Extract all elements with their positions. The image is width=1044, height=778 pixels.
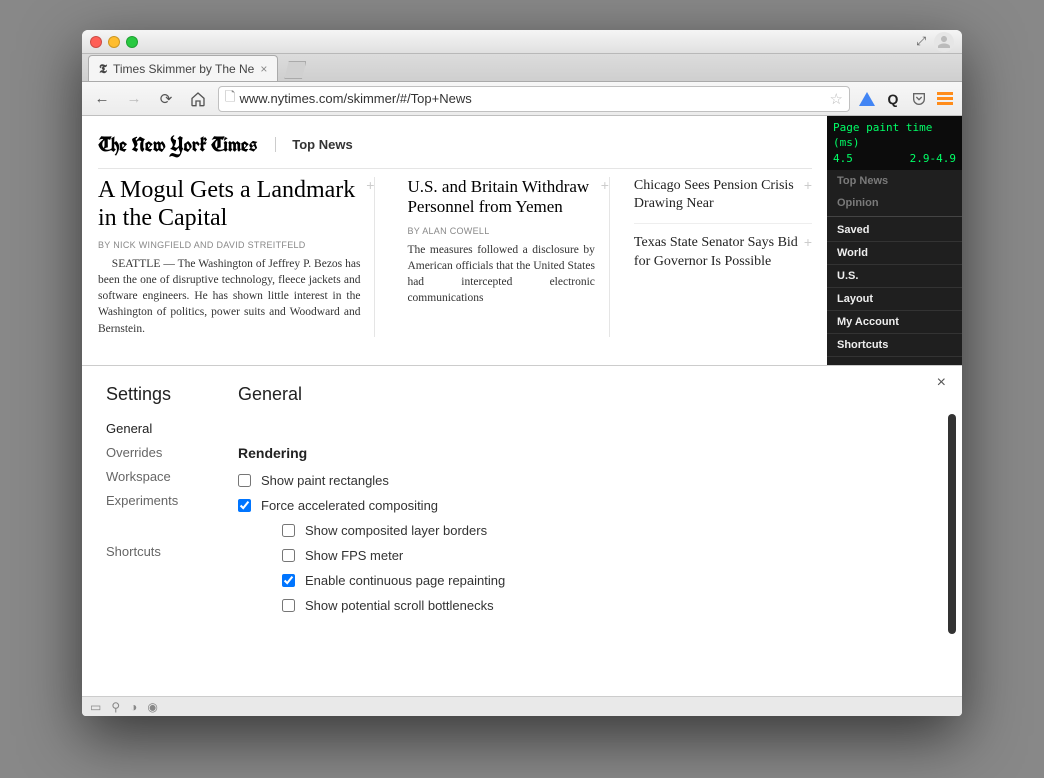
- minimize-window-button[interactable]: [108, 36, 120, 48]
- zoom-window-button[interactable]: [126, 36, 138, 48]
- paint-label: Page paint time (ms): [833, 120, 956, 151]
- profile-avatar[interactable]: [934, 32, 954, 52]
- devtools-dock-strip: ▭ ⚲ ◑ ◉: [82, 696, 962, 716]
- secondary-body: The measures followed a disclosure by Am…: [407, 242, 594, 306]
- new-tab-button[interactable]: [284, 61, 306, 79]
- scrollbar-thumb[interactable]: [948, 414, 956, 634]
- option-label: Show composited layer borders: [305, 523, 487, 538]
- settings-sidebar: Settings General Overrides Workspace Exp…: [82, 366, 222, 696]
- option-checkbox[interactable]: [238, 499, 251, 512]
- rendering-option[interactable]: Show paint rectangles: [238, 473, 932, 488]
- masthead: The New York Times Top News: [98, 126, 812, 158]
- window-controls: [90, 36, 138, 48]
- mini-headline: Chicago Sees Pension Crisis Drawing Near: [634, 177, 812, 213]
- lead-headline: A Mogul Gets a Landmark in the Capital: [98, 177, 360, 232]
- mini-headline: Texas State Senator Says Bid for Governo…: [634, 234, 812, 270]
- tab-title: Times Skimmer by The Ne: [113, 62, 254, 76]
- browser-window: ⤢ 𝕿 Times Skimmer by The Ne × ← → ⟳ 🗋 ☆ …: [82, 30, 962, 716]
- back-button[interactable]: ←: [90, 87, 114, 111]
- site-info-icon[interactable]: 🗋: [225, 88, 235, 110]
- side-ghost-item[interactable]: Top News: [827, 170, 962, 192]
- add-story-icon[interactable]: +: [601, 177, 609, 193]
- page-viewport: The New York Times Top News + A Mogul Ge…: [82, 116, 962, 366]
- side-item[interactable]: My Account: [827, 311, 962, 334]
- tertiary-column: + Chicago Sees Pension Crisis Drawing Ne…: [628, 177, 812, 337]
- side-item[interactable]: Layout: [827, 288, 962, 311]
- tab-favicon: 𝕿: [99, 61, 107, 77]
- settings-nav-general[interactable]: General: [106, 421, 222, 436]
- rendering-option[interactable]: Enable continuous page repainting: [238, 573, 932, 588]
- secondary-story[interactable]: + U.S. and Britain Withdraw Personnel fr…: [393, 177, 609, 337]
- rendering-option[interactable]: Show FPS meter: [238, 548, 932, 563]
- devtools-settings-panel: × Settings General Overrides Workspace E…: [82, 366, 962, 696]
- side-item[interactable]: Saved: [827, 219, 962, 242]
- dock-icon[interactable]: ⚲: [111, 700, 120, 714]
- dock-icon[interactable]: ◑: [130, 700, 137, 714]
- forward-button[interactable]: →: [122, 87, 146, 111]
- settings-title: Settings: [106, 384, 222, 405]
- reload-button[interactable]: ⟳: [154, 87, 178, 111]
- browser-tab[interactable]: 𝕿 Times Skimmer by The Ne ×: [88, 55, 278, 81]
- option-checkbox[interactable]: [282, 599, 295, 612]
- secondary-headline: U.S. and Britain Withdraw Personnel from…: [407, 177, 594, 218]
- side-item[interactable]: World: [827, 242, 962, 265]
- tab-strip: 𝕿 Times Skimmer by The Ne ×: [82, 54, 962, 82]
- fullscreen-icon[interactable]: ⤢: [916, 34, 926, 49]
- add-story-icon[interactable]: +: [804, 177, 812, 193]
- bookmark-star-icon[interactable]: ☆: [830, 90, 843, 108]
- paint-time-overlay: Page paint time (ms) 4.5 2.9-4.9: [827, 116, 962, 170]
- add-story-icon[interactable]: +: [804, 234, 812, 250]
- settings-heading: General: [238, 384, 932, 405]
- close-tab-icon[interactable]: ×: [260, 62, 267, 76]
- side-item[interactable]: U.S.: [827, 265, 962, 288]
- option-checkbox[interactable]: [282, 574, 295, 587]
- paint-current: 4.5: [833, 151, 853, 166]
- settings-nav-overrides[interactable]: Overrides: [106, 445, 222, 460]
- lead-body: SEATTLE — The Washington of Jeffrey P. B…: [98, 256, 360, 336]
- side-item[interactable]: Shortcuts: [827, 334, 962, 357]
- browser-toolbar: ← → ⟳ 🗋 ☆ Q: [82, 82, 962, 116]
- titlebar: ⤢: [82, 30, 962, 54]
- option-checkbox[interactable]: [238, 474, 251, 487]
- rendering-option[interactable]: Show potential scroll bottlenecks: [238, 598, 932, 613]
- chrome-menu-icon[interactable]: [936, 90, 954, 108]
- rendering-option[interactable]: Force accelerated compositing: [238, 498, 932, 513]
- mini-story[interactable]: + Texas State Senator Says Bid for Gover…: [634, 234, 812, 280]
- option-label: Show FPS meter: [305, 548, 403, 563]
- option-checkbox[interactable]: [282, 549, 295, 562]
- mini-story[interactable]: + Chicago Sees Pension Crisis Drawing Ne…: [634, 177, 812, 224]
- paint-range: 2.9-4.9: [910, 151, 956, 166]
- url-input[interactable]: [239, 91, 825, 106]
- settings-main: General Rendering Show paint rectangles F…: [222, 366, 962, 696]
- drive-extension-icon[interactable]: [858, 90, 876, 108]
- lead-byline: BY NICK WINGFIELD AND DAVID STREITFELD: [98, 240, 360, 250]
- nyt-logo[interactable]: The New York Times: [98, 130, 257, 158]
- divider: [827, 216, 962, 217]
- option-label: Enable continuous page repainting: [305, 573, 505, 588]
- extension-icon[interactable]: Q: [884, 90, 902, 108]
- settings-nav-experiments[interactable]: Experiments: [106, 493, 222, 508]
- settings-section-title: Rendering: [238, 445, 932, 461]
- address-bar[interactable]: 🗋 ☆: [218, 86, 850, 112]
- secondary-byline: BY ALAN COWELL: [407, 226, 594, 236]
- option-label: Force accelerated compositing: [261, 498, 438, 513]
- settings-nav-workspace[interactable]: Workspace: [106, 469, 222, 484]
- rendering-option[interactable]: Show composited layer borders: [238, 523, 932, 538]
- side-ghost-item[interactable]: Opinion: [827, 192, 962, 214]
- option-label: Show potential scroll bottlenecks: [305, 598, 494, 613]
- lead-story[interactable]: + A Mogul Gets a Landmark in the Capital…: [98, 177, 375, 337]
- option-checkbox[interactable]: [282, 524, 295, 537]
- settings-nav-shortcuts[interactable]: Shortcuts: [106, 544, 222, 559]
- section-side-panel: Page paint time (ms) 4.5 2.9-4.9 Top New…: [827, 116, 962, 365]
- dock-icon[interactable]: ▭: [90, 700, 101, 714]
- pocket-extension-icon[interactable]: [910, 90, 928, 108]
- home-button[interactable]: [186, 87, 210, 111]
- dock-icon[interactable]: ◉: [147, 700, 157, 714]
- close-window-button[interactable]: [90, 36, 102, 48]
- add-story-icon[interactable]: +: [366, 177, 374, 193]
- section-label: Top News: [275, 137, 352, 152]
- option-label: Show paint rectangles: [261, 473, 389, 488]
